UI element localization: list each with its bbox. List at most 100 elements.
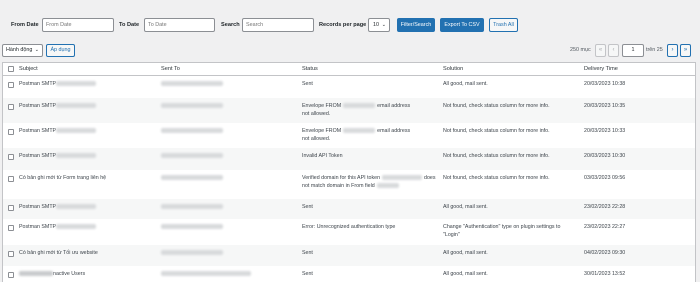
table-row[interactable]: Có bản ghi mới từ Tối ưu website Sent All … [3,245,695,266]
column-status[interactable]: Status [302,66,318,72]
cell-delivery-time: 03/03/2023 09:56 [584,175,626,181]
table-row[interactable]: Có bản ghi mới từ Form trang liên hệ Veri… [3,170,695,199]
subject-text: nactive Users [53,271,86,277]
solution-line: Not found, check status column for more … [443,103,550,109]
prev-page-button[interactable]: ‹ [608,44,619,57]
solution-line: Change "Authentication" type on plugin s… [443,224,561,230]
row-checkbox[interactable] [8,205,14,211]
from-date-label: From Date [11,22,39,28]
row-checkbox[interactable] [8,272,14,278]
redacted-text [56,81,97,87]
cell-sent-to [161,249,223,257]
cell-subject: Postman SMTP [19,102,157,110]
solution-line: All good, mail sent. [443,81,488,87]
apply-button[interactable]: Áp dụng [46,44,75,57]
export-csv-button[interactable]: Export To CSV [440,18,484,32]
chevron-down-icon: ⌄ [381,22,386,28]
filter-bar: From Date To Date Search Records per pag… [0,15,700,37]
table-row[interactable]: Postman SMTP Error: Unrecognized authenti… [3,219,695,245]
redacted-text [19,271,53,277]
row-checkbox[interactable] [8,154,14,160]
select-all-checkbox[interactable] [8,66,14,72]
bulk-action-select[interactable]: Hành động ⌄ [2,44,43,57]
to-date-input[interactable] [144,18,215,32]
filter-search-button[interactable]: Filter/Search [397,18,435,32]
solution-line: Not found, check status column for more … [443,153,550,159]
table-row[interactable]: Postman SMTP Sent All good, mail sent. 23/0… [3,199,695,219]
column-delivery-time[interactable]: Delivery Time [584,66,618,72]
status-fragment: does [424,175,436,181]
cell-subject: Có bản ghi mới từ Tối ưu website [19,249,157,257]
status-line: not match domain in From field [302,182,440,190]
row-checkbox[interactable] [8,82,14,88]
solution-line: "Login" [443,232,460,238]
redacted-email [161,128,223,134]
column-sent-to[interactable]: Sent To [161,66,180,72]
status-line: Verified domain for this API token does [302,175,436,181]
status-line: not allowed. [302,136,331,142]
row-checkbox[interactable] [8,225,14,231]
cell-delivery-time: 20/03/2023 10:30 [584,153,626,159]
table-row[interactable]: nactive Users Sent All good, mail sent. 30/… [3,266,695,282]
cell-status: Verified domain for this API token does no… [302,174,440,190]
cell-solution: Change "Authentication" type on plugin s… [443,223,581,239]
column-subject[interactable]: Subject [19,66,38,72]
row-checkbox[interactable] [8,251,14,257]
cell-solution: Not found, check status column for more … [443,102,581,110]
cell-subject: Postman SMTP [19,223,157,231]
from-date-input[interactable] [42,18,114,32]
subject-text: Postman SMTP [19,81,57,87]
table-row[interactable]: Postman SMTP Sent All good, mail sent. 20/0… [3,76,695,98]
redacted-email [161,81,223,87]
table-row[interactable]: Postman SMTP Invalid API Token Not found, … [3,148,695,170]
status-line: Envelope FROM email address [302,103,411,109]
status-line: not allowed. [302,111,331,117]
row-checkbox[interactable] [8,129,14,135]
status-line: Sent [302,271,313,277]
bulk-action-label: Hành động [6,47,33,53]
last-page-button[interactable]: » [680,44,691,57]
cell-sent-to [161,174,223,182]
trash-all-button[interactable]: Trash All [489,18,518,32]
cell-status: Sent [302,80,440,88]
row-checkbox[interactable] [8,176,14,182]
status-fragment: email address [377,103,411,109]
email-log-table: Subject Sent To Status Solution Delivery… [2,62,696,282]
column-solution[interactable]: Solution [443,66,463,72]
cell-sent-to [161,80,223,88]
table-row[interactable]: Postman SMTP Envelope FROM email address no… [3,98,695,123]
cell-sent-to [161,223,223,231]
subject-text: Postman SMTP [19,204,57,210]
redacted-text [343,103,376,109]
cell-delivery-time: 20/03/2023 10:33 [584,128,626,134]
redacted-text [56,128,97,134]
cell-status: Error: Unrecognized authentication type [302,223,440,231]
first-page-button[interactable]: « [595,44,606,57]
solution-line: All good, mail sent. [443,271,488,277]
table-header: Subject Sent To Status Solution Delivery… [3,63,695,76]
search-input[interactable] [242,18,314,32]
redacted-text [56,204,97,210]
redacted-text [382,175,423,181]
cell-sent-to [161,152,223,160]
cell-sent-to [161,102,223,110]
records-per-page-select[interactable]: 10 ⌄ [368,18,390,32]
cell-subject: Postman SMTP [19,127,157,135]
cell-delivery-time: 23/02/2023 22:28 [584,204,626,210]
status-line: Invalid API Token [302,153,343,159]
solution-line: All good, mail sent. [443,204,488,210]
cell-subject: Postman SMTP [19,152,157,160]
table-row[interactable]: Postman SMTP Envelope FROM email address no… [3,123,695,148]
row-checkbox[interactable] [8,104,14,110]
next-page-button[interactable]: › [667,44,678,57]
cell-delivery-time: 20/03/2023 10:38 [584,81,626,87]
cell-solution: All good, mail sent. [443,270,581,278]
redacted-email [161,153,223,159]
cell-solution: Not found, check status column for more … [443,127,581,135]
current-page-input[interactable]: 1 [622,44,644,57]
subject-text: Postman SMTP [19,153,57,159]
records-per-page-value: 10 [373,22,379,28]
cell-status: Sent [302,249,440,257]
redacted-email [161,175,223,181]
cell-solution: All good, mail sent. [443,203,581,211]
